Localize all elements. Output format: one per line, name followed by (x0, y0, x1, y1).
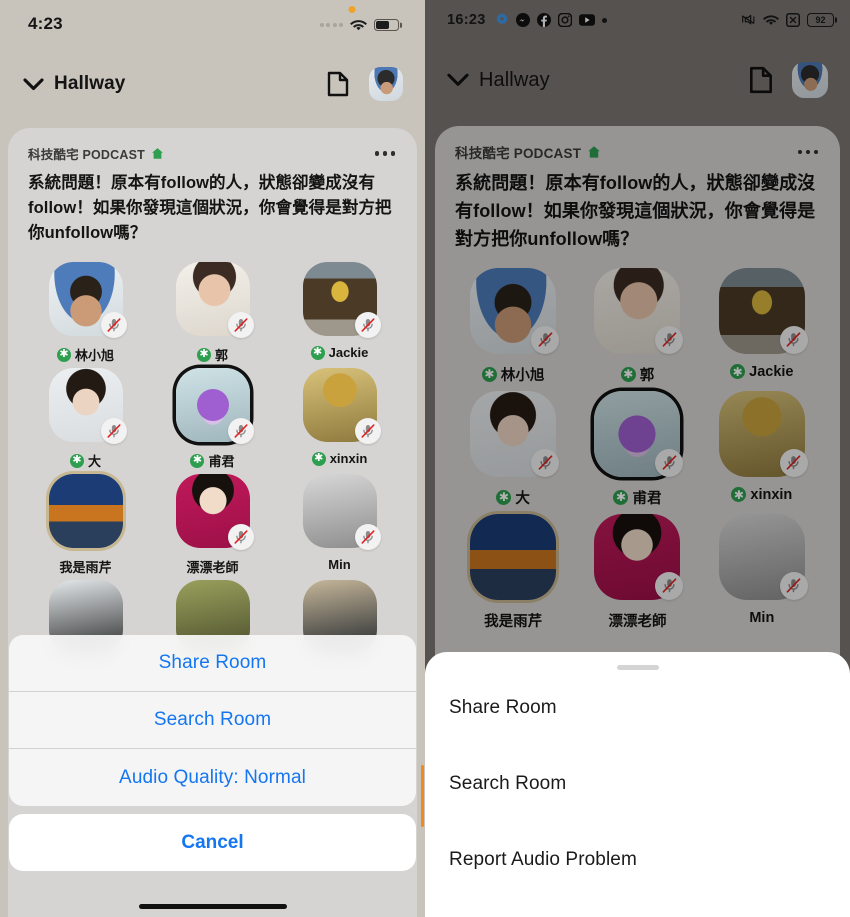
participant-avatar-wrapper (48, 474, 123, 549)
participant-name-text: 大 (87, 454, 101, 470)
mic-muted-icon (354, 524, 381, 551)
mic-muted-icon (227, 418, 254, 445)
participant-name-text: Jackie (328, 345, 369, 361)
cancel-button[interactable]: Cancel (9, 814, 416, 871)
mic-muted-icon (100, 312, 127, 339)
participant-name: ✱ 甫君 (190, 451, 235, 470)
mic-muted-icon (100, 418, 127, 445)
participant-tile[interactable]: ✱ xinxin (276, 368, 403, 470)
participant-tile[interactable]: 我是雨芹 (22, 474, 149, 576)
participant-name: ✱ 郭 (196, 345, 228, 364)
sheet-option-audio-quality[interactable]: Audio Quality: Normal (9, 749, 416, 806)
participant-name-text: 郭 (214, 348, 228, 364)
participant-avatar-wrapper (175, 262, 254, 339)
participant-name: 漂漂老師 (186, 557, 238, 576)
moderator-badge-icon: ✱ (190, 453, 205, 468)
participant-tile[interactable]: 漂漂老師 (149, 474, 276, 576)
participant-tile[interactable]: ✱ 大 (22, 368, 149, 470)
cellular-dots-icon (319, 23, 343, 27)
ios-participant-grid: ✱ 林小旭 ✱ 郭 ✱ Jackie ✱ 大 ✱ 甫君 ✱ xinxin 我是雨芹 漂漂老師 Min (8, 246, 417, 655)
room-title: 系統問題！原本有follow的人，狀態卻變成沒有follow！如果你發現這個狀況… (28, 174, 392, 243)
mic-muted-icon (227, 312, 254, 339)
participant-tile[interactable]: ✱ 郭 (149, 262, 276, 364)
participant-name-text: Min (328, 557, 351, 573)
ios-room-header: Hallway (0, 60, 425, 108)
battery-icon (374, 19, 399, 31)
home-indicator[interactable] (138, 904, 287, 909)
mic-muted-icon (354, 418, 381, 445)
participant-avatar-wrapper (48, 368, 127, 445)
participant-name: ✱ Jackie (310, 345, 369, 361)
moderator-badge-icon: ✱ (196, 347, 211, 362)
participant-tile[interactable]: Min (276, 474, 403, 576)
sheet-option-report-audio-problem[interactable]: Report Audio Problem (449, 822, 826, 898)
sheet-option-search-room[interactable]: Search Room (449, 746, 826, 822)
profile-avatar[interactable] (369, 67, 403, 101)
android-bottom-sheet: Share Room Search Room Report Audio Prob… (425, 652, 850, 917)
mic-muted-icon (354, 312, 381, 339)
sheet-option-search-room[interactable]: Search Room (9, 692, 416, 749)
participant-name: ✱ 林小旭 (56, 345, 114, 364)
participant-avatar-wrapper (175, 474, 254, 551)
ios-action-sheet: Share Room Search Room Audio Quality: No… (9, 635, 416, 871)
participant-avatar-wrapper (302, 474, 381, 551)
participant-name: Min (328, 557, 350, 572)
sheet-option-share-room[interactable]: Share Room (9, 635, 416, 692)
participant-name-text: 林小旭 (74, 348, 114, 364)
participant-tile[interactable]: ✱ Jackie (276, 262, 403, 364)
moderator-badge-icon: ✱ (310, 345, 325, 360)
participant-tile[interactable]: ✱ 甫君 (149, 368, 276, 470)
dual-screenshot-comparison: 4:23 Hallway 科技酷宅 PODCAST 系統問題！原本有follow… (0, 0, 850, 917)
hallway-label: Hallway (54, 73, 126, 94)
status-bar-clock: 4:23 (28, 14, 63, 33)
participant-avatar-wrapper (48, 262, 127, 339)
participant-name-text: 我是雨芹 (59, 560, 112, 576)
more-options-icon[interactable] (373, 145, 398, 162)
sheet-option-share-room[interactable]: Share Room (449, 670, 826, 746)
moderator-badge-icon: ✱ (56, 347, 71, 362)
participant-avatar (48, 474, 123, 549)
participant-avatar-wrapper (302, 368, 381, 445)
participant-avatar-wrapper (302, 262, 381, 339)
ios-status-bar: 4:23 (0, 0, 425, 44)
ios-phone-screen: 4:23 Hallway 科技酷宅 PODCAST 系統問題！原本有follow… (0, 0, 425, 917)
participant-tile[interactable]: ✱ 林小旭 (22, 262, 149, 364)
chevron-down-icon[interactable] (22, 73, 44, 95)
moderator-badge-icon: ✱ (69, 453, 84, 468)
participant-name-text: xinxin (329, 451, 368, 467)
participant-name: ✱ 大 (69, 451, 101, 470)
participant-avatar-wrapper (175, 368, 254, 445)
wifi-icon (350, 19, 367, 32)
document-icon[interactable] (323, 69, 353, 99)
house-icon (151, 147, 164, 160)
vertical-scrollbar[interactable] (421, 765, 424, 827)
mic-in-use-indicator-icon (348, 5, 356, 13)
participant-name: 我是雨芹 (59, 557, 111, 576)
moderator-badge-icon: ✱ (311, 451, 326, 466)
participant-name: ✱ xinxin (311, 451, 368, 467)
participant-name-text: 甫君 (208, 454, 235, 470)
android-phone-screen: 16:23 92 Hallway 科技酷宅 PODCAST 系統問題！原本有fo… (425, 0, 850, 917)
participant-name-text: 漂漂老師 (186, 560, 239, 576)
club-name: 科技酷宅 PODCAST (28, 144, 164, 163)
mic-muted-icon (227, 524, 254, 551)
